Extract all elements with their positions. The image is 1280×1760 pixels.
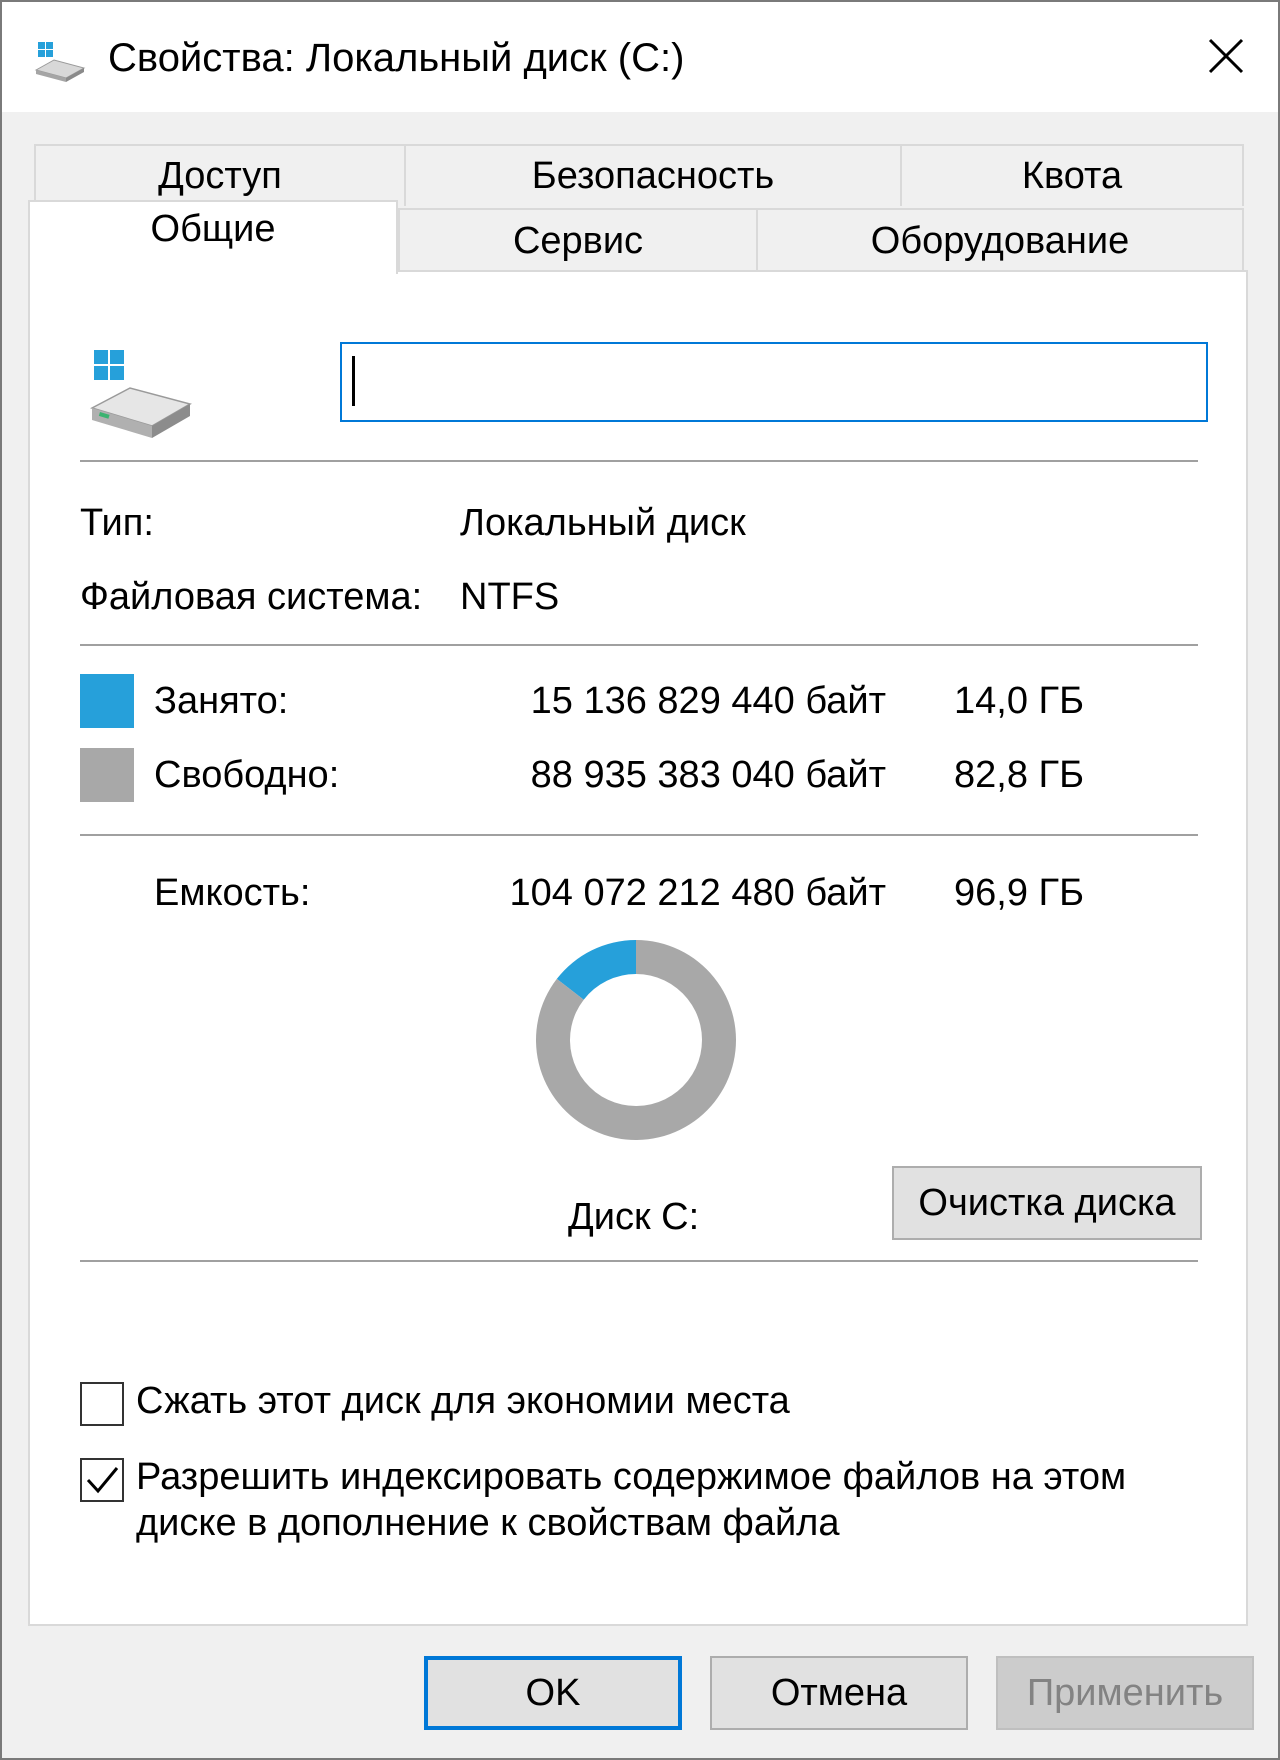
used-color-swatch [80,674,134,728]
tab-label: Общие [150,207,276,250]
disk-label: Диск C: [568,1196,700,1238]
drive-icon [34,40,86,82]
filesystem-value: NTFS [460,576,560,618]
tab-label: Доступ [158,154,282,197]
tab-label: Безопасность [531,154,775,197]
divider [80,460,1198,462]
general-tab-panel: Тип: Локальный диск Файловая система: NT… [28,270,1248,1626]
tab-label: Сервис [512,219,644,262]
compress-checkbox[interactable] [80,1382,124,1426]
divider [80,834,1198,836]
ok-button[interactable]: OK [424,1656,682,1730]
capacity-size: 96,9 ГБ [954,872,1085,914]
index-label-line1: Разрешить индексировать содержимое файло… [136,1456,1127,1498]
index-label-line2: диске в дополнение к свойствам файла [136,1502,840,1544]
tab-label: Оборудование [870,219,1130,262]
used-label: Занято: [154,680,289,722]
divider [80,1260,1198,1262]
capacity-label: Емкость: [154,872,311,914]
close-button[interactable] [1192,22,1260,90]
tab-label: Квота [1021,154,1123,197]
apply-button[interactable]: Применить [996,1656,1254,1730]
properties-dialog: Свойства: Локальный диск (C:) Доступ Без… [0,0,1280,1760]
window-title: Свойства: Локальный диск (C:) [108,36,685,80]
cancel-label: Отмена [770,1671,908,1714]
apply-label: Применить [1026,1671,1224,1714]
free-label: Свободно: [154,754,340,796]
free-size: 82,8 ГБ [954,754,1085,796]
tab-general[interactable]: Общие [28,200,398,274]
tab-hardware[interactable]: Оборудование [756,208,1244,272]
free-color-swatch [80,748,134,802]
filesystem-label: Файловая система: [80,576,423,618]
used-bytes: 15 136 829 440 байт [530,680,886,722]
windows-drive-icon [86,346,198,446]
tab-access[interactable]: Доступ [34,144,406,206]
used-size: 14,0 ГБ [954,680,1085,722]
index-checkbox[interactable] [80,1458,124,1502]
disk-cleanup-button[interactable]: Очистка диска [892,1166,1202,1240]
text-caret [352,356,355,406]
ok-label: OK [525,1671,581,1714]
capacity-bytes: 104 072 212 480 байт [509,872,887,914]
type-value: Локальный диск [460,502,746,544]
cancel-button[interactable]: Отмена [710,1656,968,1730]
volume-label-input[interactable] [340,342,1208,422]
disk-cleanup-label: Очистка диска [918,1181,1176,1224]
tab-quota[interactable]: Квота [900,144,1244,206]
checkmark-icon [86,1467,119,1494]
compress-label: Сжать этот диск для экономии места [136,1380,790,1422]
disk-usage-chart [536,940,736,1140]
title-bar: Свойства: Локальный диск (C:) [2,2,1278,112]
tab-service[interactable]: Сервис [398,208,758,272]
tab-security[interactable]: Безопасность [404,144,902,206]
divider [80,644,1198,646]
close-icon [1208,38,1244,74]
type-label: Тип: [80,502,154,544]
free-bytes: 88 935 383 040 байт [530,754,886,796]
